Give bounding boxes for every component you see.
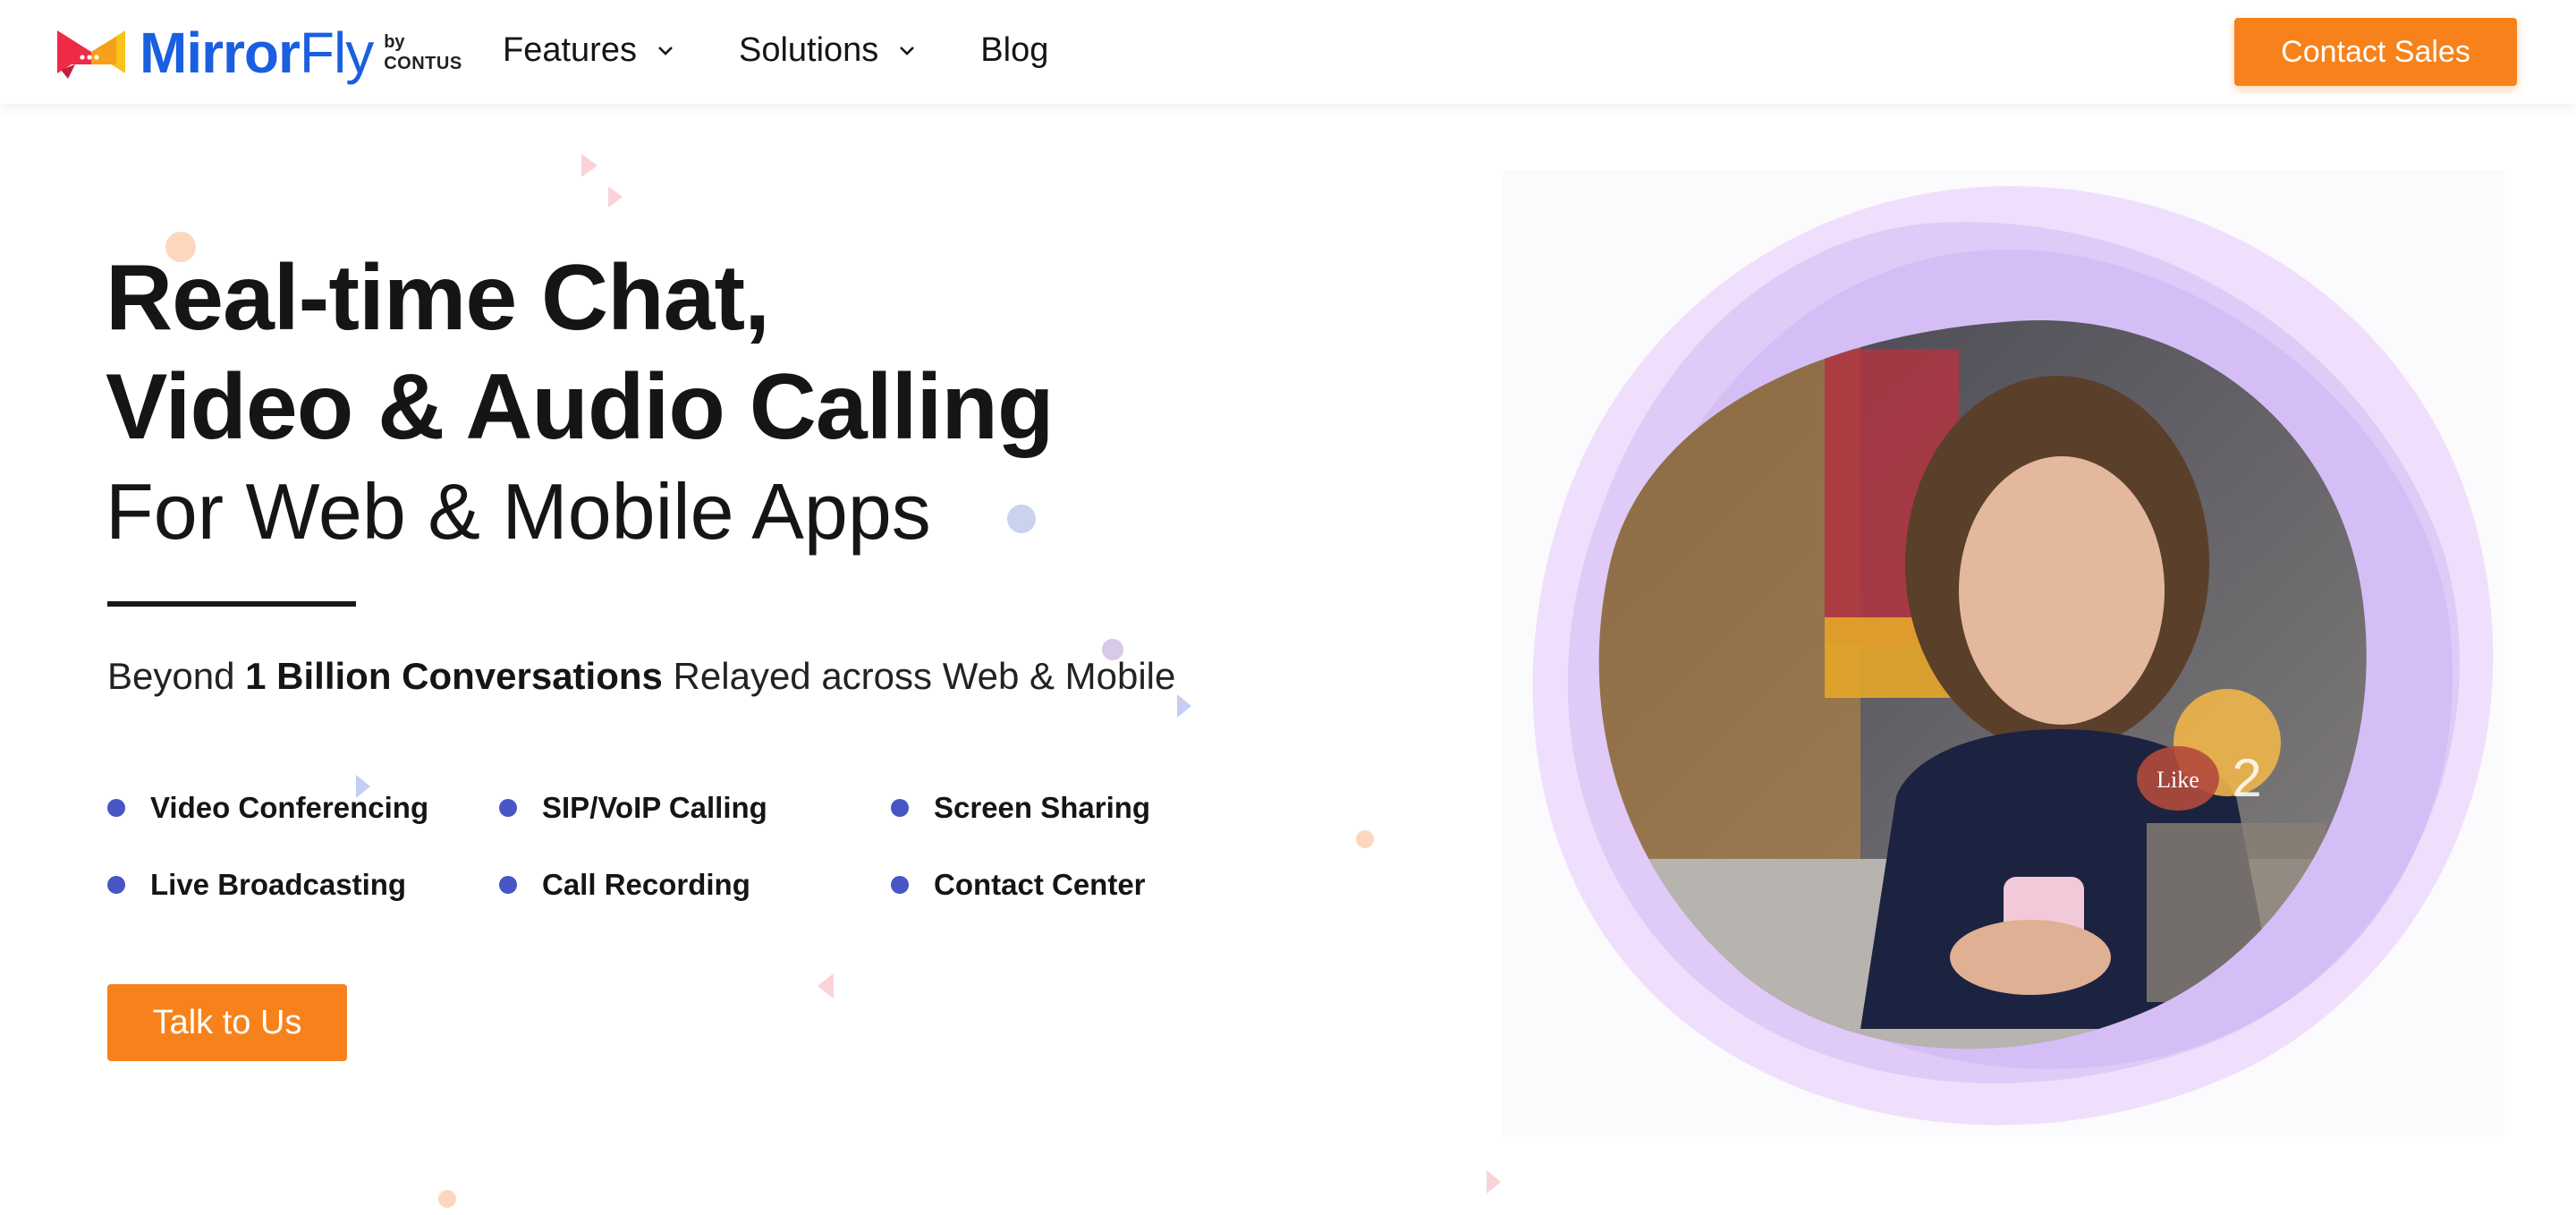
bullet-dot-icon [107, 799, 125, 817]
chevron-down-icon [900, 47, 915, 55]
decorative-triangle [818, 973, 834, 998]
contact-sales-button[interactable]: Contact Sales [2234, 18, 2517, 86]
feature-label: Contact Center [934, 868, 1146, 901]
mirrorfly-logo[interactable]: MirrorFly by CONTUS [57, 21, 462, 84]
bullet-dot-icon [499, 799, 517, 817]
main-nav: Features Solutions Blog [503, 27, 1113, 73]
hero-title-line2: Video & Audio Calling [106, 355, 1054, 459]
nav-features[interactable]: Features [503, 31, 674, 70]
hero-title-line1: Real-time Chat, [106, 246, 770, 350]
feature-item: Screen Sharing [891, 791, 1150, 825]
mirrorfly-logo-icon [57, 30, 125, 79]
talk-to-us-button[interactable]: Talk to Us [107, 984, 347, 1061]
feature-label: Call Recording [542, 868, 750, 901]
decorative-triangle [1177, 694, 1191, 718]
chevron-down-icon [658, 47, 673, 55]
nav-blog[interactable]: Blog [980, 31, 1048, 70]
hero-subtitle: For Web & Mobile Apps [106, 467, 931, 556]
nav-solutions-label: Solutions [738, 30, 879, 69]
nav-blog-label: Blog [980, 30, 1049, 69]
hero-image: Like 2 [1503, 170, 2504, 1136]
feature-label: SIP/VoIP Calling [542, 791, 767, 824]
like-count: 2 [2232, 748, 2261, 808]
feature-label: Live Broadcasting [150, 868, 407, 901]
feature-item: Live Broadcasting [107, 868, 406, 902]
hero-title: Real-time Chat, Video & Audio Calling Fo… [106, 243, 1268, 562]
tagline-highlight: 1 Billion Conversations [245, 655, 663, 697]
feature-item: SIP/VoIP Calling [499, 791, 767, 825]
decorative-triangle [608, 186, 623, 208]
bullet-dot-icon [107, 876, 125, 894]
title-divider [107, 601, 356, 607]
nav-solutions[interactable]: Solutions [739, 31, 916, 70]
bullet-dot-icon [891, 799, 909, 817]
site-header: MirrorFly by CONTUS Features Solutions B… [0, 0, 2576, 104]
nav-features-label: Features [503, 30, 637, 69]
logo-company-text: CONTUS [384, 54, 462, 73]
logo-wordmark-mirror: Mirror [140, 21, 301, 85]
bullet-dot-icon [891, 876, 909, 894]
feature-label: Video Conferencing [150, 791, 429, 824]
decorative-triangle [581, 154, 597, 177]
logo-by-text: by [384, 32, 405, 52]
hero-tagline: Beyond 1 Billion Conversations Relayed a… [107, 655, 1175, 698]
feature-item: Call Recording [499, 868, 750, 902]
feature-item: Video Conferencing [107, 791, 428, 825]
decorative-triangle [1487, 1170, 1501, 1194]
bullet-dot-icon [499, 876, 517, 894]
logo-wordmark-fly: Fly [299, 21, 374, 85]
tagline-prefix: Beyond [107, 655, 246, 697]
logo-wordmark: MirrorFly [140, 24, 374, 81]
like-badge-label: Like [2157, 767, 2199, 793]
decorative-dot [438, 1190, 456, 1208]
feature-label: Screen Sharing [934, 791, 1151, 824]
tagline-suffix: Relayed across Web & Mobile [662, 655, 1176, 697]
feature-item: Contact Center [891, 868, 1146, 902]
decorative-dot [1356, 830, 1374, 848]
logo-byline: by CONTUS [384, 33, 462, 72]
